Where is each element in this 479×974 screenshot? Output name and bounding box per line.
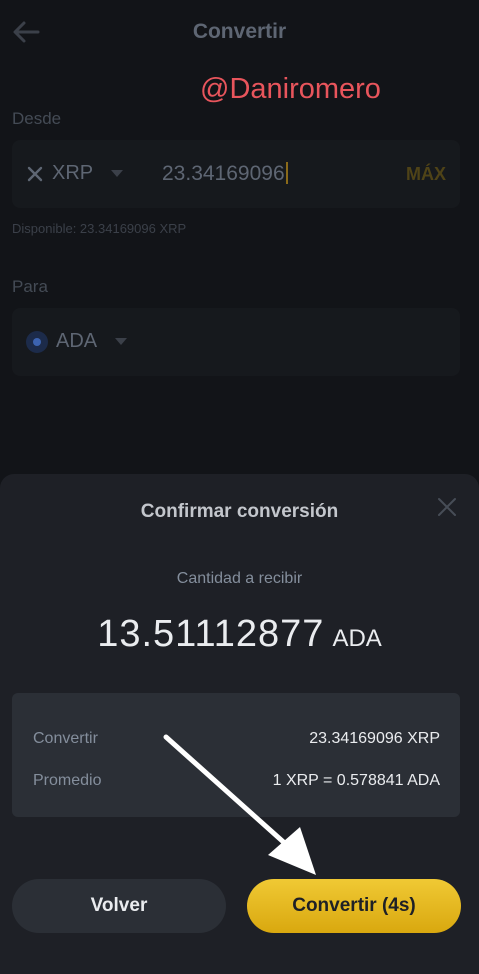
receive-amount: 13.51112877 ADA xyxy=(0,613,479,656)
annotation-arrow-icon xyxy=(163,734,316,875)
from-coin-label: XRP xyxy=(52,162,94,184)
xrp-icon xyxy=(27,166,43,181)
available-balance: Disponible: 23.34169096 XRP xyxy=(12,221,187,236)
convert-button[interactable]: Convertir (4s) xyxy=(247,879,461,933)
to-label: Para xyxy=(12,277,48,296)
detail-key: Promedio xyxy=(33,772,102,789)
chevron-down-icon xyxy=(115,338,128,345)
text-cursor xyxy=(285,162,288,184)
page-title: Convertir xyxy=(192,20,287,43)
close-icon[interactable] xyxy=(436,496,458,518)
from-amount-input[interactable]: 23.34169096 xyxy=(162,162,288,186)
max-button[interactable]: MÁX xyxy=(406,164,446,185)
receive-amount-unit: ADA xyxy=(332,625,382,652)
watermark-text: @Daniromero xyxy=(200,73,381,105)
confirm-sheet: Confirmar conversión Cantidad a recibir … xyxy=(0,474,479,974)
from-amount-value: 23.34169096 xyxy=(162,162,285,185)
to-field: ADA xyxy=(12,308,460,376)
back-button[interactable]: Volver xyxy=(12,879,226,933)
sheet-title: Confirmar conversión xyxy=(140,501,339,522)
top-bar: Convertir xyxy=(0,0,479,66)
to-coin-label: ADA xyxy=(56,330,98,352)
chevron-down-icon xyxy=(111,170,124,177)
cardano-icon xyxy=(26,330,48,353)
from-field: XRP 23.34169096 MÁX xyxy=(12,140,460,208)
from-coin-selector[interactable]: XRP xyxy=(26,162,124,185)
from-label: Desde xyxy=(12,109,62,128)
receive-amount-value: 13.51112877 xyxy=(97,613,325,655)
receive-label: Cantidad a recibir xyxy=(176,570,303,587)
to-coin-selector[interactable]: ADA xyxy=(26,330,128,353)
detail-key: Convertir xyxy=(33,730,98,747)
